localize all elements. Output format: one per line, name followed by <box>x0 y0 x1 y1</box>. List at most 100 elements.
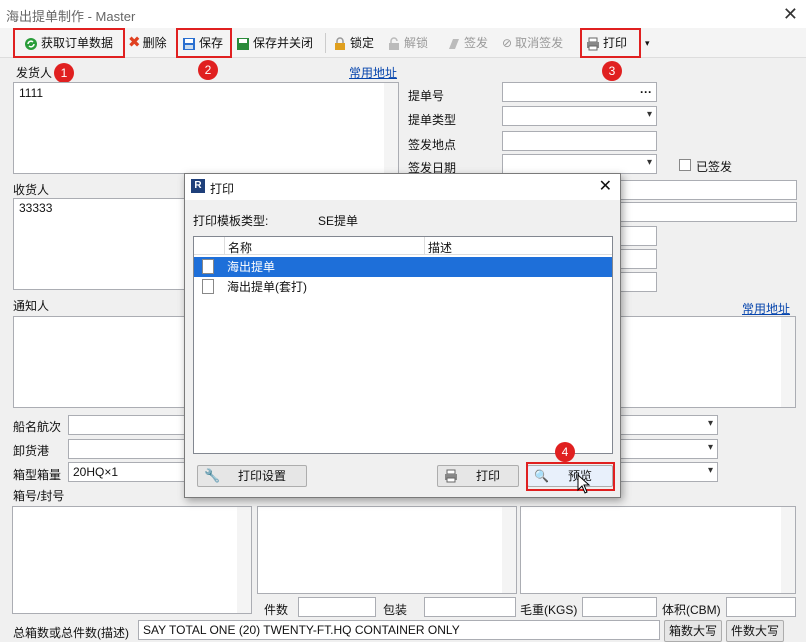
marks-textarea[interactable] <box>12 506 252 614</box>
lock-button[interactable]: 锁定 <box>333 32 374 54</box>
total-description-input[interactable]: SAY TOTAL ONE (20) TWENTY-FT.HQ CONTAINE… <box>138 620 660 640</box>
app-logo-icon: R <box>191 179 205 193</box>
marks-label: 箱号/封号 <box>13 489 65 503</box>
volume-label: 体积(CBM) <box>662 603 721 617</box>
print-settings-label: 打印设置 <box>238 469 287 483</box>
sign-icon <box>449 38 459 49</box>
bl-no-browse-button[interactable]: ··· <box>640 85 652 99</box>
notify-textarea-left[interactable] <box>13 316 199 408</box>
pieces-input[interactable] <box>298 597 376 617</box>
gross-weight-input[interactable] <box>582 597 657 617</box>
notify-textarea-right[interactable] <box>612 316 796 408</box>
sign-button[interactable]: 签发 <box>447 32 488 54</box>
cancel-sign-button[interactable]: ⊘ 取消签发 <box>502 32 563 54</box>
printer-icon <box>445 469 457 483</box>
delete-icon: ✖ <box>128 34 141 51</box>
template-row-name: 海出提单 <box>227 260 276 274</box>
print-dropdown-arrow[interactable]: ▾ <box>645 32 650 54</box>
pieces-label: 件数 <box>264 603 289 617</box>
vessel-label: 船名航次 <box>13 420 62 434</box>
wrench-icon: 🔧 <box>204 468 221 483</box>
document-icon <box>202 259 214 274</box>
notify-label: 通知人 <box>13 299 50 313</box>
issue-place-label: 签发地点 <box>408 138 457 152</box>
pod-input[interactable] <box>68 439 188 459</box>
delete-button[interactable]: ✖ 删除 <box>128 32 167 54</box>
bl-no-input[interactable]: ··· <box>502 82 657 102</box>
template-type-value: SE提单 <box>318 214 359 228</box>
consignee-label: 收货人 <box>13 183 50 197</box>
shipper-textarea[interactable]: 1111 <box>13 82 399 174</box>
shipper-value: 1111 <box>19 86 44 100</box>
vessel-input[interactable] <box>68 415 188 435</box>
box-count-uppercase-button[interactable]: 箱数大写 <box>664 620 722 642</box>
window-title: 海出提单制作 - Master <box>6 9 136 24</box>
right-select-2[interactable] <box>612 439 718 459</box>
bl-no-label: 提单号 <box>408 89 445 103</box>
shipper-common-address-link[interactable]: 常用地址 <box>349 64 397 81</box>
template-row-selected[interactable]: 海出提单 <box>194 257 612 277</box>
template-list-header: 名称 描述 <box>194 237 612 255</box>
right-select-1[interactable] <box>612 415 718 435</box>
issued-checkbox[interactable] <box>679 159 691 171</box>
gross-weight-label: 毛重(KGS) <box>520 603 578 617</box>
unlock-button[interactable]: 解锁 <box>387 32 428 54</box>
notify-scrollbar[interactable] <box>781 317 795 407</box>
column-name-header[interactable]: 名称 <box>228 239 252 256</box>
notify-common-address-link[interactable]: 常用地址 <box>742 300 790 317</box>
container-label: 箱型箱量 <box>13 468 62 482</box>
highlight-box-3 <box>580 28 641 58</box>
print-settings-button[interactable]: 🔧 打印设置 <box>197 465 307 487</box>
lock-label: 锁定 <box>350 36 375 50</box>
close-window-button[interactable]: ✕ <box>783 4 798 25</box>
template-list: 名称 描述 海出提单 海出提单(套打) <box>193 236 613 454</box>
template-row[interactable]: 海出提单(套打) <box>194 277 612 297</box>
unlock-label: 解锁 <box>404 36 429 50</box>
step-badge-3: 3 <box>602 61 622 81</box>
shipper-scrollbar[interactable] <box>384 83 398 173</box>
step-badge-1: 1 <box>54 63 74 83</box>
template-type-label: 打印模板类型: <box>193 214 269 228</box>
shipper-label: 发货人 <box>16 66 53 80</box>
consignee-value: 33333 <box>19 201 53 215</box>
issued-label: 已签发 <box>696 160 733 174</box>
marks-scrollbar[interactable] <box>237 507 251 613</box>
dialog-print-button[interactable]: 打印 <box>437 465 519 487</box>
sign-label: 签发 <box>464 36 489 50</box>
step-badge-4: 4 <box>555 442 575 462</box>
right-field-1[interactable] <box>612 180 797 200</box>
container-value: 20HQ×1 <box>73 465 119 479</box>
description-scrollbar[interactable] <box>502 507 516 593</box>
piece-count-uppercase-button[interactable]: 件数大写 <box>726 620 784 642</box>
print-dialog-title: 打印 <box>210 182 235 196</box>
package-label: 包装 <box>383 603 408 617</box>
header-divider-1 <box>224 237 225 255</box>
total-description-label: 总箱数或总件数(描述) <box>13 626 129 640</box>
print-dialog-close-icon[interactable]: ✕ <box>599 176 612 196</box>
mouse-cursor-icon <box>577 474 591 494</box>
cancel-icon: ⊘ <box>502 36 513 50</box>
total-description-value: SAY TOTAL ONE (20) TWENTY-FT.HQ CONTAINE… <box>143 623 460 637</box>
weight-scrollbar[interactable] <box>781 507 795 593</box>
right-field-2[interactable] <box>612 202 797 222</box>
delete-label: 删除 <box>142 36 167 50</box>
cancel-sign-label: 取消签发 <box>515 36 564 50</box>
description-textarea[interactable] <box>257 506 517 594</box>
document-icon <box>202 279 214 294</box>
column-desc-header[interactable]: 描述 <box>428 239 452 256</box>
print-dialog-title-bar: R 打印 ✕ <box>185 174 620 200</box>
print-dialog: R 打印 ✕ 打印模板类型: SE提单 名称 描述 海出提单 海出提单(套打) … <box>184 173 621 498</box>
package-input[interactable] <box>424 597 516 617</box>
dialog-print-label: 打印 <box>476 469 501 483</box>
issue-date-select[interactable] <box>502 154 657 174</box>
unlock-icon <box>389 37 399 50</box>
bl-type-select[interactable] <box>502 106 657 126</box>
consignee-textarea[interactable]: 33333 <box>13 198 199 290</box>
weight-textarea[interactable] <box>520 506 796 594</box>
right-select-3[interactable] <box>612 462 718 482</box>
issue-place-input[interactable] <box>502 131 657 151</box>
highlight-box-4 <box>526 462 615 491</box>
volume-input[interactable] <box>726 597 796 617</box>
container-input[interactable]: 20HQ×1 <box>68 462 188 482</box>
save-close-button[interactable]: 保存并关闭 <box>236 32 313 54</box>
